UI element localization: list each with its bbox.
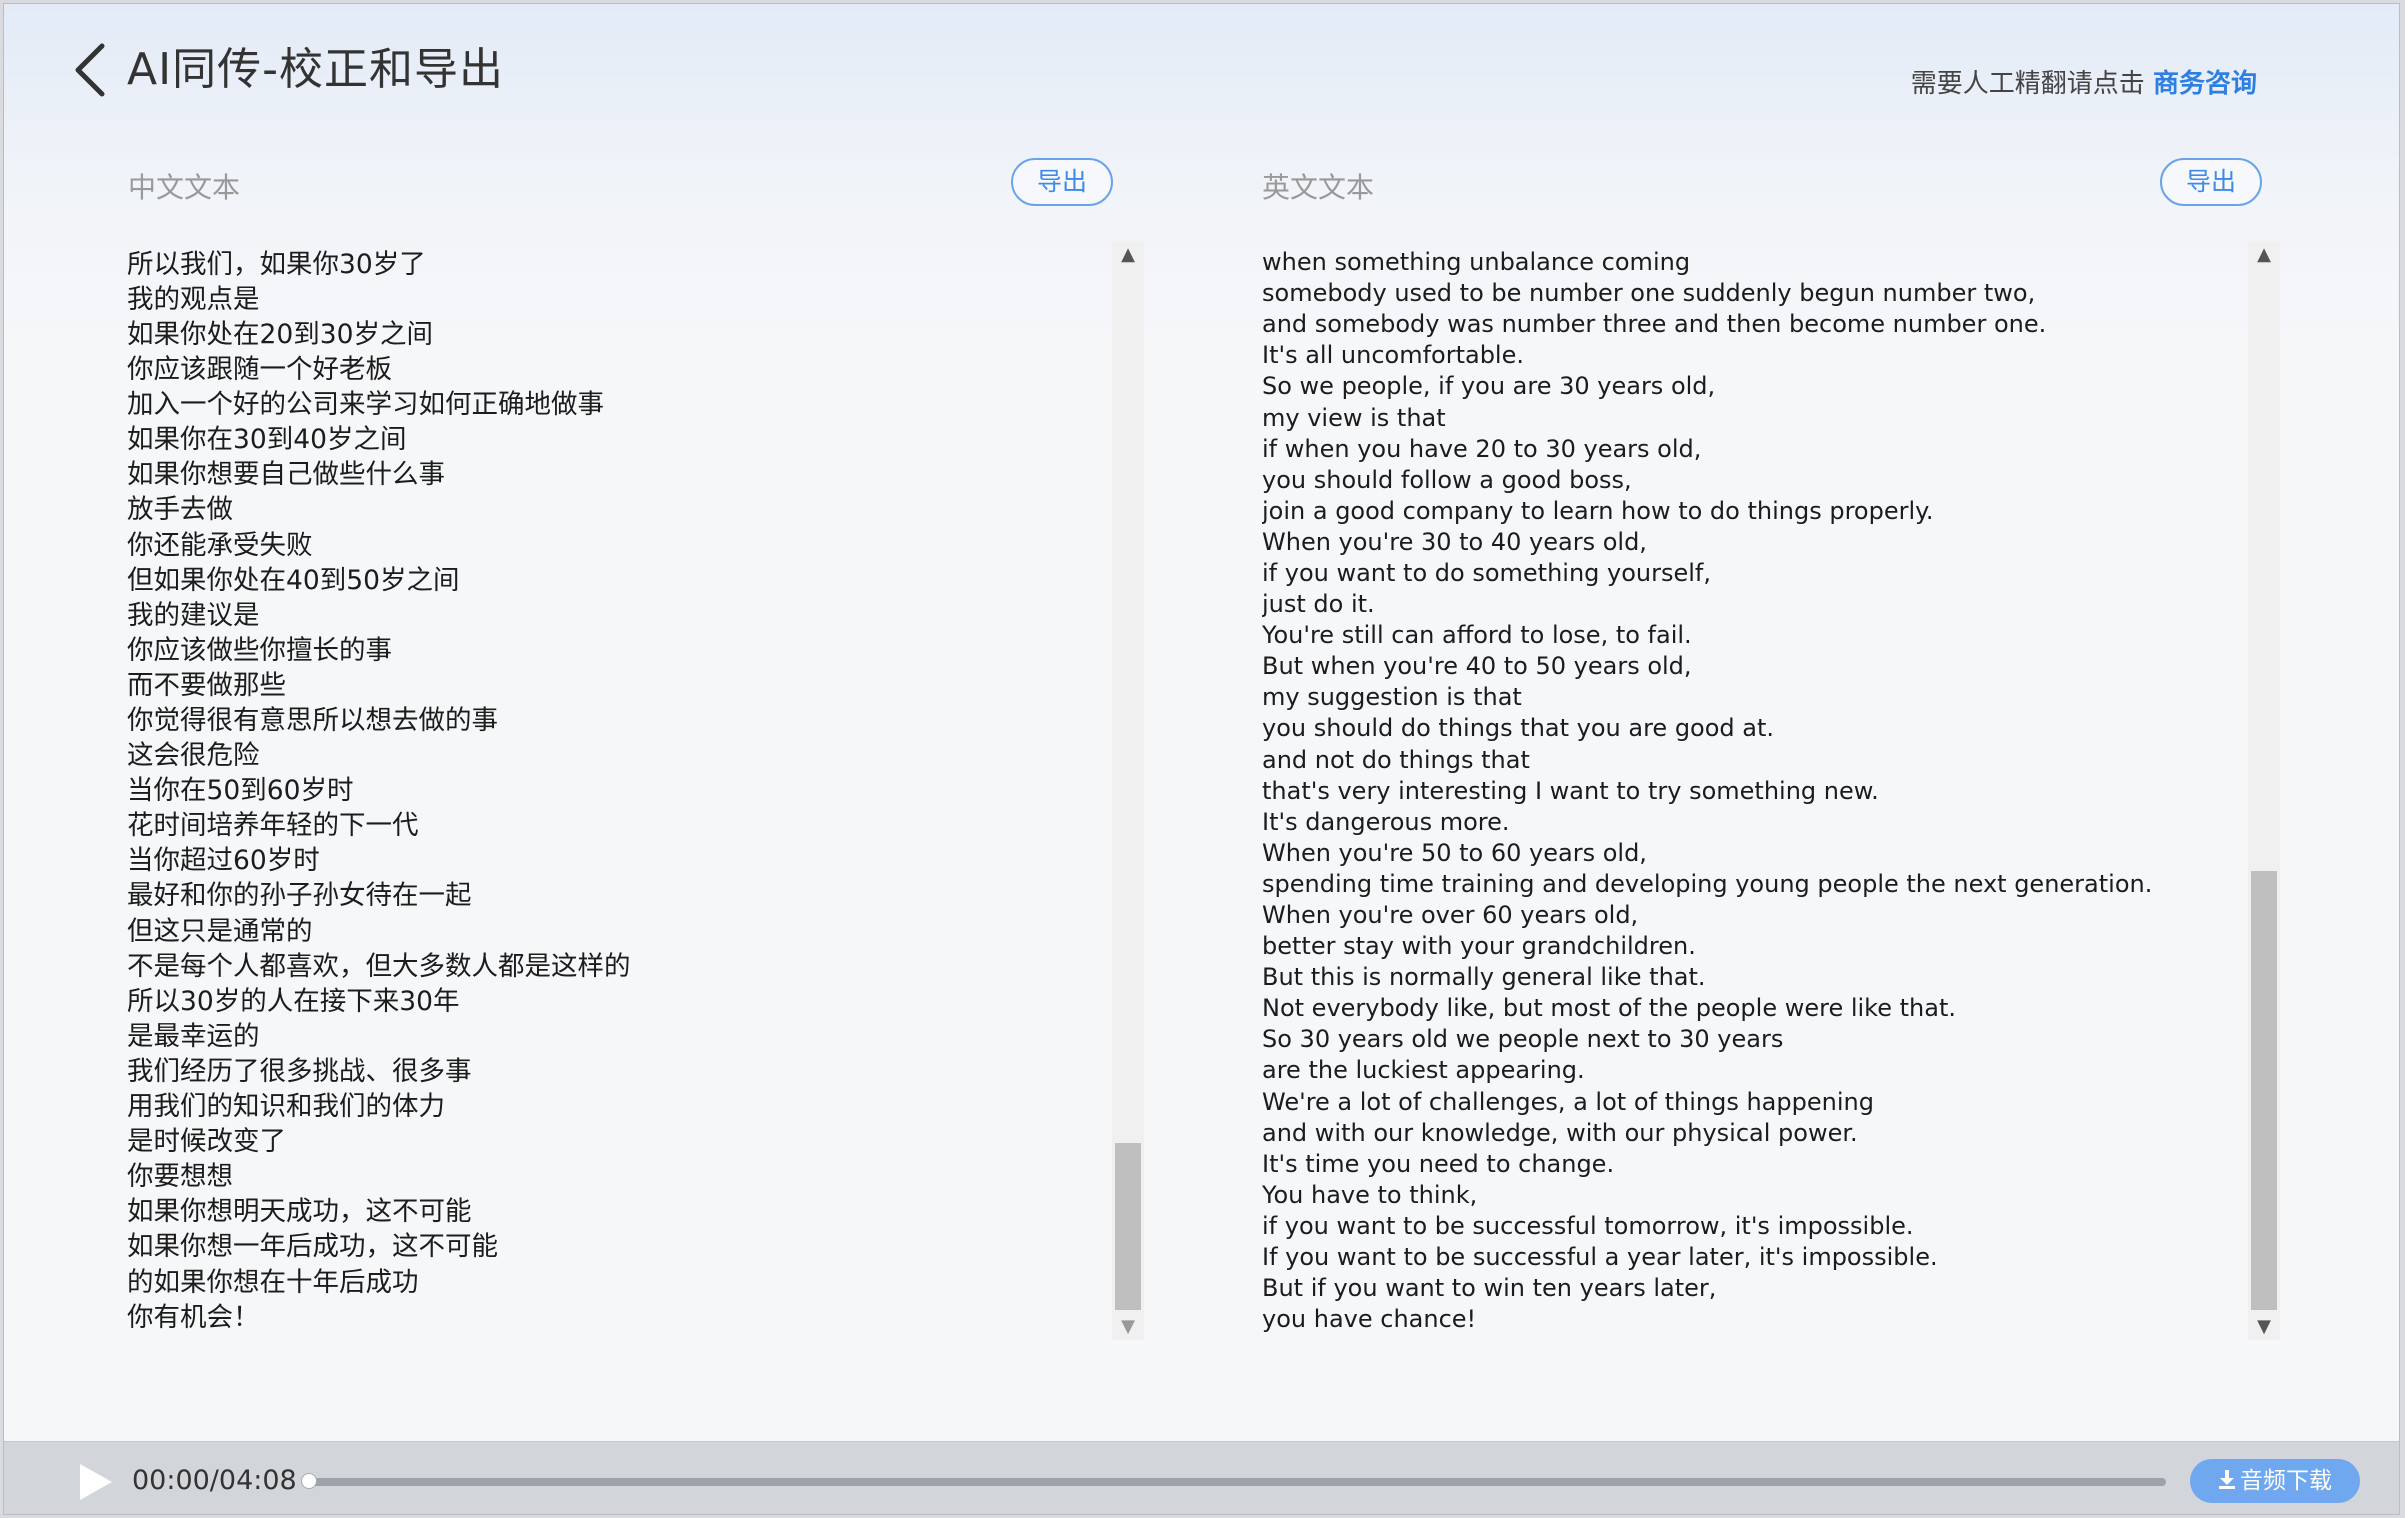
text-line[interactable]: you should follow a good boss, [1262, 465, 2152, 496]
text-line[interactable]: and with our knowledge, with our physica… [1262, 1118, 2152, 1149]
page-title: AI同传-校正和导出 [127, 44, 504, 95]
text-line[interactable]: you have chance! [1262, 1304, 2152, 1335]
text-line[interactable]: better stay with your grandchildren. [1262, 931, 2152, 962]
text-line[interactable]: my view is that [1262, 403, 2152, 434]
english-scroll-thumb[interactable] [2251, 870, 2277, 1310]
text-line[interactable]: are the luckiest appearing. [1262, 1055, 2152, 1086]
text-line[interactable]: somebody used to be number one suddenly … [1262, 278, 2152, 309]
text-line[interactable]: It's time you need to change. [1262, 1149, 2152, 1180]
text-line[interactable]: It's dangerous more. [1262, 807, 2152, 838]
text-line[interactable]: 你有机会！ [127, 1300, 631, 1335]
back-arrow-icon[interactable] [68, 42, 112, 98]
text-line[interactable]: spending time training and developing yo… [1262, 869, 2152, 900]
text-line[interactable]: 如果你想明天成功，这不可能 [127, 1194, 631, 1229]
download-icon [2218, 1460, 2236, 1504]
playback-progress-bar[interactable] [301, 1473, 2166, 1489]
chinese-panel-label: 中文文本 [128, 171, 241, 204]
english-export-button[interactable]: 导出 [2160, 158, 2262, 206]
text-line[interactable]: 但如果你处在40到50岁之间 [127, 563, 631, 598]
text-line[interactable]: But if you want to win ten years later, [1262, 1273, 2152, 1304]
text-line[interactable]: 加入一个好的公司来学习如何正确地做事 [127, 387, 631, 422]
consult-text: 需要人工精翻请点击 商务咨询 [1911, 66, 2257, 102]
text-line[interactable]: 最好和你的孙子孙女待在一起 [127, 878, 631, 913]
text-line[interactable]: 我的观点是 [127, 282, 631, 317]
text-line[interactable]: if you want to do something yourself, [1262, 558, 2152, 589]
text-line[interactable]: 是最幸运的 [127, 1019, 631, 1054]
text-line[interactable]: when something unbalance coming [1262, 247, 2152, 278]
text-line[interactable]: just do it. [1262, 589, 2152, 620]
text-line[interactable]: So 30 years old we people next to 30 yea… [1262, 1024, 2152, 1055]
play-icon[interactable] [76, 1462, 116, 1502]
text-line[interactable]: 但这只是通常的 [127, 914, 631, 949]
text-line[interactable]: But when you're 40 to 50 years old, [1262, 651, 2152, 682]
scroll-down-arrow-icon[interactable]: ▼ [2248, 1314, 2280, 1340]
text-line[interactable]: When you're 50 to 60 years old, [1262, 838, 2152, 869]
text-line[interactable]: You have to think, [1262, 1180, 2152, 1211]
chinese-scroll-thumb[interactable] [1115, 1142, 1141, 1310]
text-line[interactable]: if you want to be successful tomorrow, i… [1262, 1211, 2152, 1242]
text-line[interactable]: If you want to be successful a year late… [1262, 1242, 2152, 1273]
scroll-up-arrow-icon[interactable]: ▲ [1112, 242, 1144, 268]
text-line[interactable]: But this is normally general like that. [1262, 962, 2152, 993]
chinese-export-button[interactable]: 导出 [1011, 158, 1113, 206]
text-line[interactable]: When you're 30 to 40 years old, [1262, 527, 2152, 558]
text-line[interactable]: 你应该做些你擅长的事 [127, 633, 631, 668]
chinese-text-area[interactable]: 所以我们，如果你30岁了 我的观点是 如果你处在20到30岁之间 你应该跟随一个好老板… [127, 242, 1087, 1340]
download-label: 音频下载 [2240, 1468, 2332, 1494]
text-line[interactable]: 你还能承受失败 [127, 528, 631, 563]
text-line[interactable]: 你觉得很有意思所以想去做的事 [127, 703, 631, 738]
text-line[interactable]: It's all uncomfortable. [1262, 340, 2152, 371]
text-line[interactable]: So we people, if you are 30 years old, [1262, 371, 2152, 402]
text-line[interactable]: if when you have 20 to 30 years old, [1262, 434, 2152, 465]
progress-knob[interactable] [301, 1473, 317, 1489]
text-line[interactable]: 放手去做 [127, 492, 631, 527]
english-panel-label: 英文文本 [1262, 171, 1375, 204]
text-line[interactable]: 当你在50到60岁时 [127, 773, 631, 808]
text-line[interactable]: 不是每个人都喜欢，但大多数人都是这样的 [127, 949, 631, 984]
text-line[interactable]: and somebody was number three and then b… [1262, 309, 2152, 340]
playback-time: 00:00/04:08 [132, 1465, 297, 1496]
scroll-up-arrow-icon[interactable]: ▲ [2248, 242, 2280, 268]
text-line[interactable]: 而不要做那些 [127, 668, 631, 703]
text-line[interactable]: 如果你想一年后成功，这不可能 [127, 1229, 631, 1264]
app-window: AI同传-校正和导出 需要人工精翻请点击 商务咨询 中文文本 导出 所以我们，如… [3, 3, 2400, 1515]
text-line[interactable]: 我们经历了很多挑战、很多事 [127, 1054, 631, 1089]
business-consult-link[interactable]: 商务咨询 [2153, 69, 2257, 99]
text-line[interactable]: 的如果你想在十年后成功 [127, 1265, 631, 1300]
text-line[interactable]: 如果你想要自己做些什么事 [127, 457, 631, 492]
chinese-scrollbar[interactable]: ▲ ▼ [1112, 242, 1144, 1340]
text-line[interactable]: and not do things that [1262, 745, 2152, 776]
english-scrollbar[interactable]: ▲ ▼ [2248, 242, 2280, 1340]
text-line[interactable]: 这会很危险 [127, 738, 631, 773]
text-line[interactable]: 当你超过60岁时 [127, 843, 631, 878]
text-line[interactable]: 所以30岁的人在接下来30年 [127, 984, 631, 1019]
audio-player-bar: 00:00/04:08 音频下载 [4, 1441, 2399, 1514]
text-line[interactable]: that's very interesting I want to try so… [1262, 776, 2152, 807]
consult-prefix: 需要人工精翻请点击 [1910, 69, 2153, 99]
text-line[interactable]: 我的建议是 [127, 598, 631, 633]
english-text-area[interactable]: when something unbalance coming somebody … [1262, 242, 2232, 1340]
text-line[interactable]: We're a lot of challenges, a lot of thin… [1262, 1087, 2152, 1118]
text-line[interactable]: 花时间培养年轻的下一代 [127, 808, 631, 843]
scroll-down-arrow-icon[interactable]: ▼ [1112, 1314, 1144, 1340]
text-line[interactable]: Not everybody like, but most of the peop… [1262, 993, 2152, 1024]
text-line[interactable]: You're still can afford to lose, to fail… [1262, 620, 2152, 651]
text-line[interactable]: 如果你处在20到30岁之间 [127, 317, 631, 352]
text-line[interactable]: you should do things that you are good a… [1262, 713, 2152, 744]
audio-download-button[interactable]: 音频下载 [2190, 1459, 2360, 1503]
text-line[interactable]: my suggestion is that [1262, 682, 2152, 713]
text-line[interactable]: 你应该跟随一个好老板 [127, 352, 631, 387]
text-line[interactable]: join a good company to learn how to do t… [1262, 496, 2152, 527]
text-line[interactable]: When you're over 60 years old, [1262, 900, 2152, 931]
text-line[interactable]: 是时候改变了 [127, 1124, 631, 1159]
text-line[interactable]: 你要想想 [127, 1159, 631, 1194]
text-line[interactable]: 所以我们，如果你30岁了 [127, 247, 631, 282]
text-line[interactable]: 如果你在30到40岁之间 [127, 422, 631, 457]
text-line[interactable]: 用我们的知识和我们的体力 [127, 1089, 631, 1124]
